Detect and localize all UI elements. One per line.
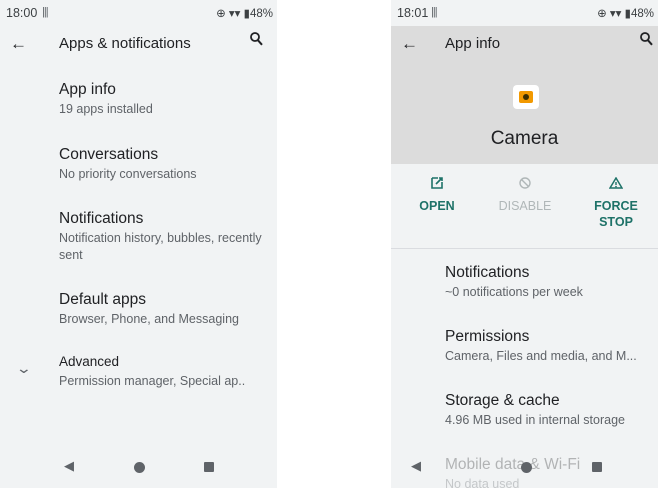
list-item-title: Default apps (59, 291, 147, 308)
status-time: 18:00 (6, 6, 38, 20)
toolbar: ← Apps & notifications (0, 26, 277, 64)
open-label: OPEN (419, 199, 455, 213)
apps-notifications-screen: 18:00 ||| ⊕ ▾▾ ▮48% ← Apps & notificatio… (0, 0, 277, 488)
notification-icon: ||| (431, 6, 438, 18)
back-arrow-icon[interactable]: ← (401, 34, 418, 54)
list-item-notifications[interactable]: Notifications Notification history, bubb… (59, 209, 269, 264)
list-item-subtitle: ~0 notifications per week (445, 285, 583, 299)
chevron-down-icon[interactable]: ⌄ (16, 360, 32, 377)
nav-recents-icon[interactable] (592, 462, 602, 472)
disable-label: DISABLE (498, 199, 552, 213)
nav-home-icon[interactable] (521, 462, 532, 473)
page-title: App info (445, 35, 501, 52)
list-item-subtitle: Notification history, bubbles, recently … (59, 231, 262, 262)
list-item-title: Permissions (445, 328, 530, 345)
status-bar: 18:00 ||| ⊕ ▾▾ ▮48% (0, 0, 277, 26)
app-info-screen: 18:01 ||| ⊕ ▾▾ ▮48% ← App info Camera OP… (391, 0, 658, 488)
list-item-permissions[interactable]: Permissions Camera, Files and media, and… (445, 327, 650, 365)
status-time: 18:01 (397, 6, 429, 20)
list-item-subtitle: No priority conversations (59, 167, 197, 181)
disable-icon (493, 176, 557, 192)
list-item-notifications[interactable]: Notifications ~0 notifications per week (445, 263, 650, 301)
navigation-bar: ◀ (391, 448, 658, 488)
list-item-advanced[interactable]: Advanced Permission manager, Special ap.… (59, 352, 269, 390)
list-item-app-info[interactable]: App info 19 apps installed (59, 80, 269, 118)
back-arrow-icon[interactable]: ← (10, 34, 27, 54)
list-item-subtitle: Camera, Files and media, and M... (445, 349, 637, 363)
nav-recents-icon[interactable] (204, 462, 214, 472)
nav-back-icon[interactable]: ◀ (411, 458, 421, 474)
list-item-conversations[interactable]: Conversations No priority conversations (59, 145, 269, 183)
list-item-storage-cache[interactable]: Storage & cache 4.96 MB used in internal… (445, 391, 650, 429)
toolbar: ← App info (391, 26, 658, 64)
app-name: Camera (490, 128, 559, 149)
warning-icon (589, 176, 643, 192)
nav-back-icon[interactable]: ◀ (64, 458, 74, 474)
list-item-title: Conversations (59, 146, 159, 163)
navigation-bar: ◀ (0, 448, 277, 488)
list-item-title: Advanced (59, 354, 120, 369)
list-item-subtitle: 19 apps installed (59, 102, 153, 116)
search-icon[interactable] (640, 32, 653, 50)
page-title: Apps & notifications (59, 35, 191, 52)
open-button[interactable]: OPEN (417, 176, 457, 214)
divider (391, 248, 658, 249)
notification-icon: ||| (42, 6, 49, 18)
status-bar: 18:01 ||| ⊕ ▾▾ ▮48% (391, 0, 658, 26)
list-item-title: App info (59, 81, 116, 98)
list-item-subtitle: Browser, Phone, and Messaging (59, 312, 239, 326)
app-header: Camera (391, 64, 658, 164)
list-item-title: Storage & cache (445, 392, 560, 409)
list-item-subtitle: Permission manager, Special ap.. (59, 374, 246, 388)
open-in-new-icon (417, 176, 457, 192)
force-stop-button[interactable]: FORCE STOP (589, 176, 643, 230)
list-item-title: Notifications (59, 210, 144, 227)
nav-home-icon[interactable] (134, 462, 145, 473)
search-icon[interactable] (250, 32, 263, 50)
camera-app-icon (513, 85, 539, 109)
disable-button[interactable]: DISABLE (493, 176, 557, 214)
status-icons: ⊕ ▾▾ ▮48% (216, 8, 273, 20)
status-icons: ⊕ ▾▾ ▮48% (597, 8, 654, 20)
list-item-subtitle: 4.96 MB used in internal storage (445, 413, 625, 427)
force-stop-label: FORCE STOP (594, 199, 638, 229)
app-actions: OPEN DISABLE FORCE STOP (391, 164, 658, 248)
list-item-default-apps[interactable]: Default apps Browser, Phone, and Messagi… (59, 290, 269, 328)
list-item-title: Notifications (445, 264, 530, 281)
